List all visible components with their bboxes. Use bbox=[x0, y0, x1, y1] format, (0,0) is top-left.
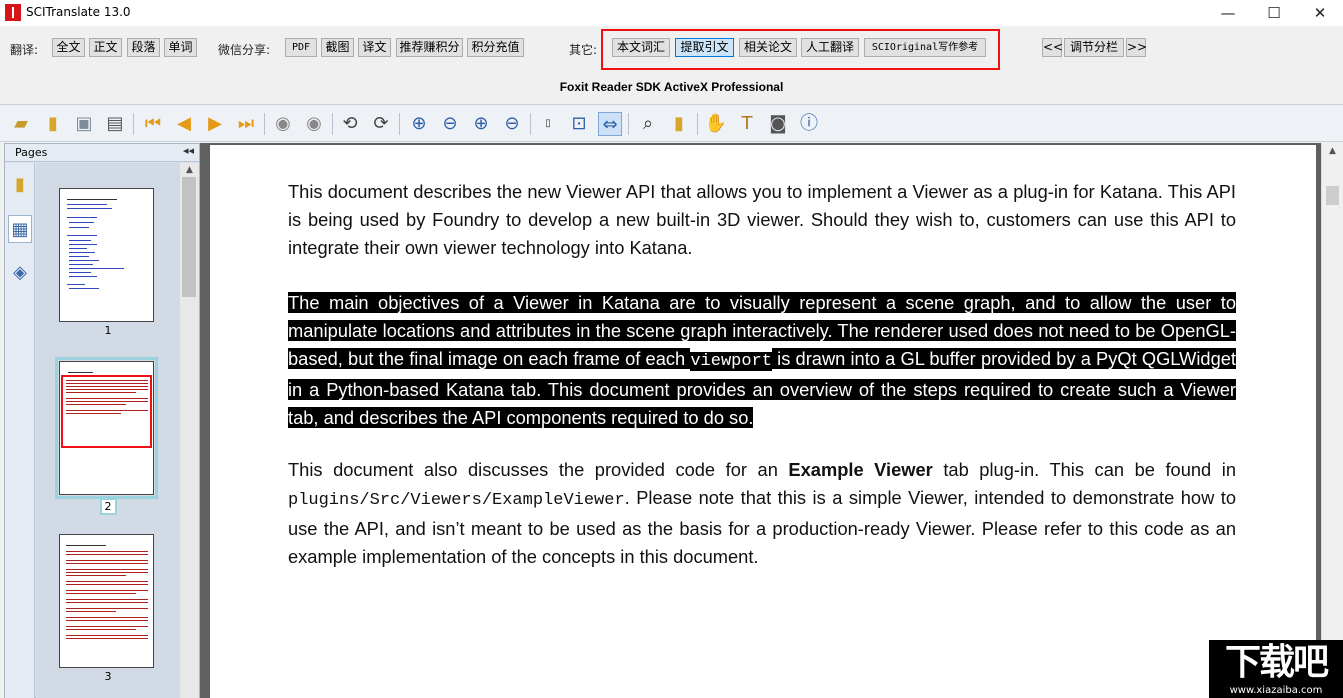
maximize-button[interactable]: ☐ bbox=[1251, 0, 1297, 26]
back-icon[interactable]: ◉ bbox=[271, 112, 295, 136]
paragraph-3[interactable]: This document also discusses the provide… bbox=[288, 456, 1236, 571]
side-tabs: ▮ ▦ ◈ bbox=[5, 163, 35, 698]
thumbnail-scrollbar-thumb[interactable] bbox=[182, 177, 196, 297]
open-folder-icon[interactable]: ▰ bbox=[9, 112, 33, 136]
app-logo-icon bbox=[5, 4, 21, 21]
close-button[interactable]: ✕ bbox=[1297, 0, 1343, 26]
page-thumbnail-2[interactable] bbox=[55, 357, 158, 499]
actual-size-icon[interactable]: ▯ bbox=[536, 112, 560, 136]
fit-width-icon[interactable]: ⇔ bbox=[598, 112, 622, 136]
watermark: 下载吧 www.xiazaiba.com bbox=[1209, 640, 1343, 698]
paragraph-3-text-a: This document also discusses the provide… bbox=[288, 459, 789, 480]
fit-page-icon[interactable]: ⊡ bbox=[567, 112, 591, 136]
document-scrollbar[interactable]: ▲ bbox=[1321, 143, 1343, 698]
thumbnail-scrollbar[interactable]: ▲ bbox=[180, 163, 199, 698]
pages-tab-icon[interactable]: ▦ bbox=[8, 215, 32, 243]
column-next-button[interactable]: >> bbox=[1126, 38, 1147, 57]
recommend-points-button[interactable]: 推荐赚积分 bbox=[396, 38, 463, 57]
paragraph-1[interactable]: This document describes the new Viewer A… bbox=[288, 178, 1236, 262]
viewer-caption: Foxit Reader SDK ActiveX Professional bbox=[559, 80, 784, 94]
print-icon[interactable]: ▤ bbox=[103, 112, 127, 136]
minimize-button[interactable]: — bbox=[1205, 0, 1251, 26]
rotate-right-icon[interactable]: ⟳ bbox=[369, 112, 393, 136]
window-title: SCITranslate 13.0 bbox=[26, 5, 131, 19]
bookmark-icon[interactable]: ▮ bbox=[667, 112, 691, 136]
translate-label: 翻译: bbox=[10, 43, 39, 57]
collapse-panel-icon[interactable]: ◂◂ bbox=[183, 144, 194, 157]
bookmarks-tab-icon[interactable]: ▮ bbox=[8, 171, 32, 199]
watermark-logo: 下载吧 bbox=[1224, 642, 1329, 683]
page-number-2: 2 bbox=[99, 498, 117, 515]
forward-icon[interactable]: ◉ bbox=[302, 112, 326, 136]
paragraph-2-code: viewport bbox=[690, 352, 772, 371]
next-page-icon[interactable]: ▶ bbox=[203, 112, 227, 136]
wechat-share-label: 微信分享: bbox=[218, 43, 271, 57]
title-bar: SCITranslate 13.0 — ☐ ✕ bbox=[0, 0, 1343, 26]
document-scrollbar-thumb[interactable] bbox=[1326, 186, 1339, 205]
share-screenshot-button[interactable]: 截图 bbox=[321, 38, 354, 57]
info-icon[interactable]: ⓘ bbox=[797, 112, 821, 136]
share-pdf-button[interactable]: PDF bbox=[285, 38, 317, 57]
doc-scroll-up-icon[interactable]: ▲ bbox=[1323, 146, 1342, 156]
translate-paragraph-button[interactable]: 段落 bbox=[127, 38, 160, 57]
points-recharge-button[interactable]: 积分充值 bbox=[467, 38, 524, 57]
viewer-toolbar: ▰ ▮ ▣ ▤ ⏮ ◀ ▶ ⏭ ◉ ◉ ⟲ ⟳ ⊕ ⊖ ⊕ ⊖ ▯ ⊡ ⇔ ⌕ … bbox=[0, 104, 1343, 142]
share-translation-button[interactable]: 译文 bbox=[358, 38, 391, 57]
pages-header: Pages ◂◂ bbox=[5, 144, 199, 162]
scroll-up-icon[interactable]: ▲ bbox=[180, 165, 199, 175]
snapshot-icon[interactable]: ◙ bbox=[766, 112, 790, 136]
paragraph-3-bold: Example Viewer bbox=[788, 459, 933, 480]
column-prev-button[interactable]: << bbox=[1042, 38, 1063, 57]
paragraph-2[interactable]: The main objectives of a Viewer in Katan… bbox=[288, 289, 1237, 432]
translate-word-button[interactable]: 单词 bbox=[164, 38, 197, 57]
thumbnail-list: 1 2 3 bbox=[36, 163, 180, 698]
last-page-icon[interactable]: ⏭ bbox=[234, 112, 258, 136]
translate-body-button[interactable]: 正文 bbox=[89, 38, 122, 57]
zoom-out-icon[interactable]: ⊖ bbox=[438, 112, 462, 136]
find-icon[interactable]: ⌕ bbox=[636, 112, 660, 136]
visible-area-indicator bbox=[61, 375, 152, 448]
zoom-in-icon[interactable]: ⊕ bbox=[407, 112, 431, 136]
layers-tab-icon[interactable]: ◈ bbox=[8, 259, 32, 287]
adjust-columns-button[interactable]: 调节分栏 bbox=[1064, 38, 1124, 57]
hand-tool-icon[interactable]: ✋ bbox=[704, 112, 728, 136]
watermark-url: www.xiazaiba.com bbox=[1229, 685, 1323, 696]
pages-panel: Pages ◂◂ ▮ ▦ ◈ 1 2 3 ▲ bbox=[4, 143, 200, 698]
paragraph-3-text-b: tab plug-in. This can be found in bbox=[932, 459, 1236, 480]
page-thumbnail-1[interactable] bbox=[59, 188, 154, 322]
zoom-plus-icon[interactable]: ⊕ bbox=[469, 112, 493, 136]
first-page-icon[interactable]: ⏮ bbox=[141, 112, 165, 136]
highlight-box bbox=[601, 29, 1000, 70]
page-number-3: 3 bbox=[104, 670, 112, 683]
text-select-icon[interactable]: T bbox=[735, 112, 759, 136]
zoom-minus-icon[interactable]: ⊖ bbox=[500, 112, 524, 136]
open-file-icon[interactable]: ▮ bbox=[41, 112, 65, 136]
other-label: 其它: bbox=[569, 43, 598, 57]
page-thumbnail-3[interactable] bbox=[59, 534, 154, 668]
paragraph-3-code: plugins/Src/Viewers/ExampleViewer bbox=[288, 491, 625, 510]
previous-page-icon[interactable]: ◀ bbox=[172, 112, 196, 136]
translate-full-button[interactable]: 全文 bbox=[52, 38, 85, 57]
save-icon[interactable]: ▣ bbox=[72, 112, 96, 136]
rotate-left-icon[interactable]: ⟲ bbox=[338, 112, 362, 136]
pages-title: Pages bbox=[15, 146, 48, 159]
page-number-1: 1 bbox=[104, 324, 112, 337]
